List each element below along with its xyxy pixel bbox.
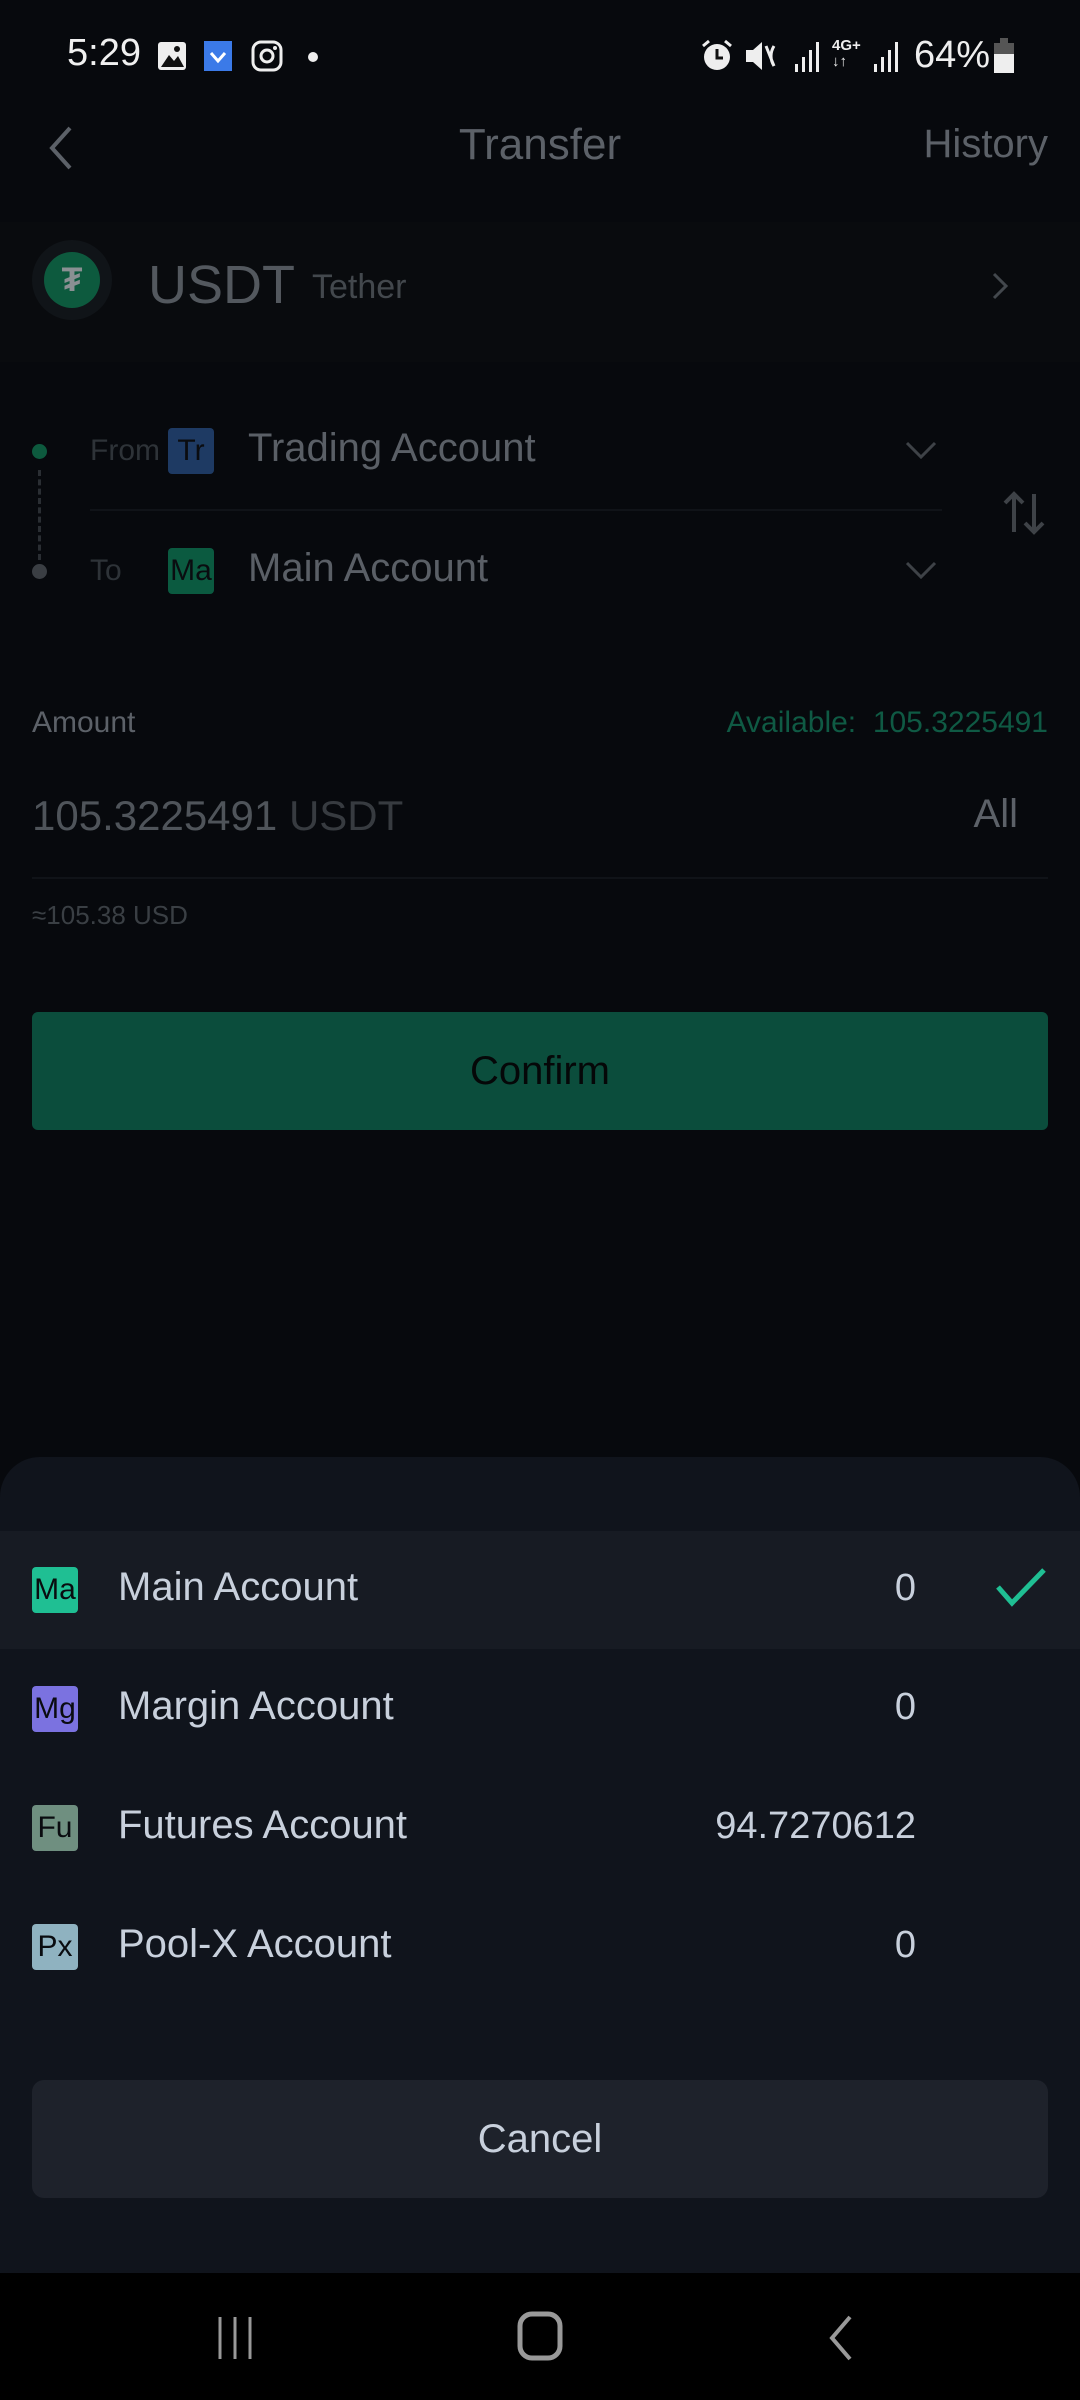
to-dot bbox=[32, 564, 47, 579]
chevron-down-icon bbox=[905, 440, 937, 465]
confirm-button[interactable]: Confirm bbox=[32, 1012, 1048, 1130]
account-balance: 0 bbox=[894, 1686, 916, 1728]
account-balance: 0 bbox=[894, 1924, 916, 1966]
from-selector[interactable]: From Tr Trading Account bbox=[90, 420, 950, 500]
account-badge: Px bbox=[32, 1924, 78, 1970]
swap-accounts-icon[interactable] bbox=[1000, 488, 1048, 541]
to-account-name: Main Account bbox=[248, 546, 489, 590]
coin-name: Tether bbox=[312, 268, 407, 306]
account-name: Margin Account bbox=[118, 1684, 394, 1728]
from-label: From bbox=[90, 434, 160, 467]
account-option[interactable]: Ma Main Account 0 bbox=[0, 1531, 1080, 1649]
account-name: Futures Account bbox=[118, 1803, 408, 1847]
amount-value: 105.3225491 bbox=[32, 792, 278, 839]
to-label: To bbox=[90, 554, 122, 587]
checkmark-icon bbox=[995, 1567, 1047, 1607]
account-balance: 94.7270612 bbox=[715, 1805, 916, 1847]
account-badge: Mg bbox=[32, 1686, 78, 1732]
available-balance: Available: 105.3225491 bbox=[727, 706, 1048, 740]
system-nav-bar bbox=[0, 2273, 1080, 2400]
transfer-page: Transfer History ₮ USDT Tether From Tr T… bbox=[0, 0, 1080, 1460]
account-name: Pool-X Account bbox=[118, 1922, 392, 1966]
account-option[interactable]: Mg Margin Account 0 bbox=[0, 1650, 1080, 1768]
amount-label: Amount bbox=[32, 706, 136, 739]
available-label: Available: bbox=[726, 706, 857, 739]
recent-apps-button[interactable] bbox=[210, 2313, 260, 2368]
approx-usd: ≈105.38 USD bbox=[32, 900, 188, 930]
available-value: 105.3225491 bbox=[872, 706, 1048, 739]
divider bbox=[32, 877, 1048, 879]
to-account-badge: Ma bbox=[168, 548, 214, 594]
history-link[interactable]: History bbox=[924, 122, 1048, 167]
chevron-right-icon bbox=[990, 268, 1012, 304]
account-name: Main Account bbox=[118, 1565, 359, 1609]
chevron-down-icon bbox=[905, 560, 937, 585]
account-option[interactable]: Fu Futures Account 94.7270612 bbox=[0, 1769, 1080, 1887]
account-balance: 0 bbox=[894, 1567, 916, 1609]
account-badge: Fu bbox=[32, 1805, 78, 1851]
from-dot bbox=[32, 444, 47, 459]
cancel-button[interactable]: Cancel bbox=[32, 2080, 1048, 2198]
from-account-badge: Tr bbox=[168, 428, 214, 474]
all-button[interactable]: All bbox=[974, 792, 1018, 837]
dotted-connector bbox=[38, 470, 44, 560]
from-account-name: Trading Account bbox=[248, 426, 536, 470]
page-title: Transfer bbox=[458, 120, 622, 169]
coin-symbol: USDT bbox=[148, 255, 295, 315]
amount-input[interactable]: 105.3225491 USDT bbox=[32, 792, 403, 840]
to-selector[interactable]: To Ma Main Account bbox=[90, 540, 950, 620]
tether-icon: ₮ bbox=[44, 252, 100, 308]
home-button[interactable] bbox=[510, 2311, 570, 2368]
divider bbox=[90, 509, 942, 511]
account-badge: Ma bbox=[32, 1567, 78, 1613]
amount-currency: USDT bbox=[288, 792, 404, 839]
account-option[interactable]: Px Pool-X Account 0 bbox=[0, 1888, 1080, 2006]
back-nav-button[interactable] bbox=[820, 2313, 860, 2368]
